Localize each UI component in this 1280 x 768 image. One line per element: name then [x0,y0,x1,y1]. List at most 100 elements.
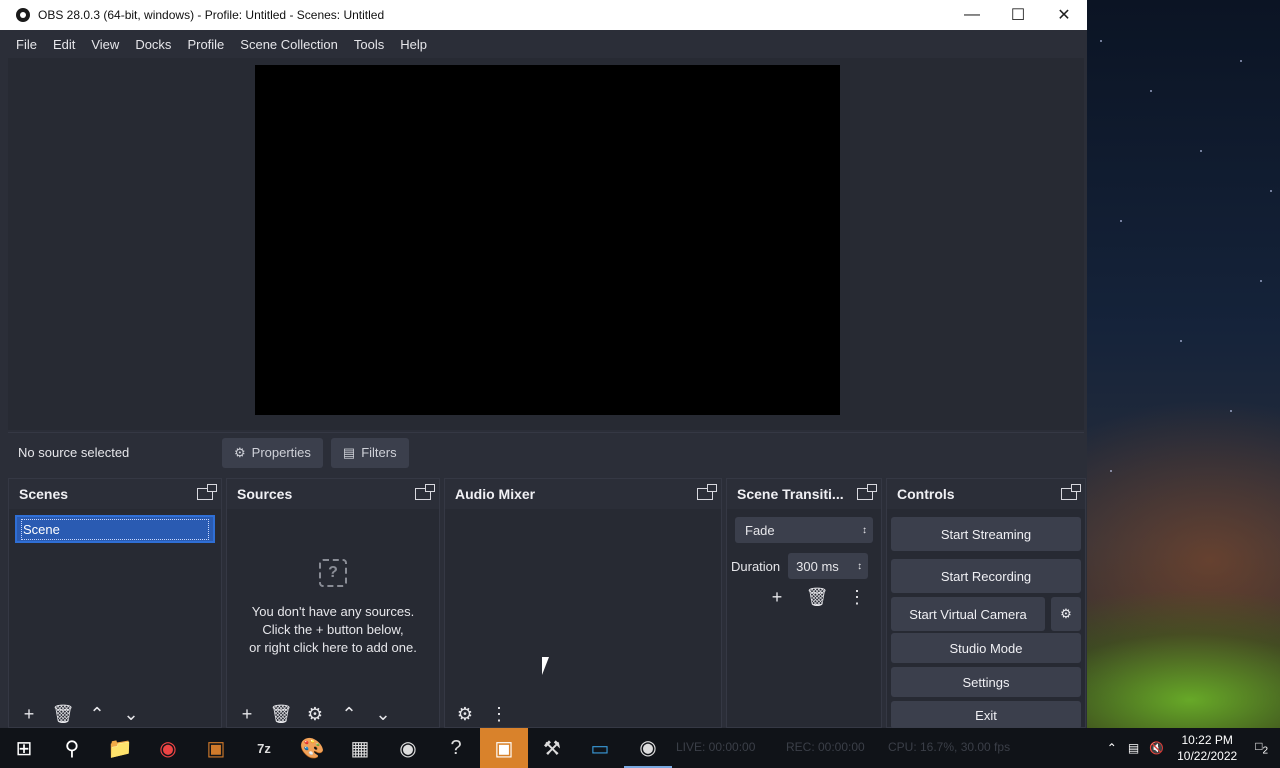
transition-options-button[interactable]: ⋮ [843,585,871,609]
windows-logo-icon[interactable]: ⊞ [0,728,48,768]
move-source-down-button[interactable]: ⌄ [369,702,397,726]
transition-select[interactable]: Fade ↕ [735,517,873,543]
preview-canvas[interactable] [255,65,840,415]
clock-time: 10:22 PM [1181,733,1233,747]
empty-sources-line1: You don't have any sources. [251,604,415,619]
close-button[interactable]: ✕ [1041,0,1087,30]
search-icon[interactable]: ⚲ [48,728,96,768]
menu-edit[interactable]: Edit [45,37,83,52]
app-icon[interactable]: ▣ [192,728,240,768]
move-scene-down-button[interactable]: ⌄ [117,702,145,726]
add-source-button[interactable]: + [233,702,261,726]
advanced-audio-settings-button[interactable]: ⚙ [451,702,479,726]
menu-help[interactable]: Help [392,37,435,52]
maximize-button[interactable]: ☐ [995,0,1041,30]
chevron-up-icon[interactable]: ⌃ [1101,741,1123,755]
volume-muted-icon[interactable]: 🔇 [1144,741,1169,755]
gear-icon: ⚙ [1060,606,1072,621]
remove-transition-button[interactable]: 🗑 [803,585,831,609]
sources-title: Sources [237,486,293,502]
scenes-title: Scenes [19,486,69,502]
audio-mixer-toolbar: ⚙ ⋮ [445,701,721,727]
preview-area[interactable] [8,58,1084,430]
monitor-app-icon[interactable]: ▣ [480,728,528,768]
audio-mixer-title: Audio Mixer [455,486,536,502]
duration-value: 300 ms [796,558,839,574]
7zip-icon[interactable]: 7z [240,728,288,768]
remove-source-button[interactable]: 🗑 [267,702,295,726]
start-streaming-button[interactable]: Start Streaming [891,517,1081,551]
source-context-bar: No source selected ⚙ Properties ▤ Filter… [8,432,1084,472]
audio-mixer-dock-header: Audio Mixer [445,479,721,509]
controls-dock: Controls Start Streaming Start Recording… [886,478,1086,728]
window-title: OBS 28.0.3 (64-bit, windows) - Profile: … [38,8,385,22]
minimize-button[interactable]: — [949,0,995,30]
image-viewer-icon[interactable]: ▦ [336,728,384,768]
notification-icon[interactable]: □2 [1245,739,1280,756]
duration-label: Duration [731,558,781,574]
camera-icon[interactable]: ◉ [384,728,432,768]
scene-list-item[interactable]: Scene [15,515,215,543]
no-source-label: No source selected [18,445,130,460]
exit-button[interactable]: Exit [891,701,1081,728]
gear-icon: ⚙ [234,444,246,460]
undock-icon[interactable] [197,484,217,500]
paint-icon[interactable]: 🎨 [288,728,336,768]
virtual-camera-settings-button[interactable]: ⚙ [1051,597,1081,631]
undock-icon[interactable] [697,484,717,500]
undock-icon[interactable] [857,484,877,500]
filters-button[interactable]: ▤ Filters [330,437,409,468]
obs-app-icon [16,8,30,22]
help-icon[interactable]: ? [432,728,480,768]
duration-spinbox[interactable]: 300 ms ↕ [788,553,869,579]
obs-icon[interactable]: ◉ [624,728,672,768]
move-source-up-button[interactable]: ⌃ [335,702,363,726]
spin-arrows-icon: ↕ [857,560,863,572]
live-status: LIVE: 00:00:00 [676,740,756,754]
notification-count: 2 [1262,745,1268,757]
remove-scene-button[interactable]: 🗑 [49,702,77,726]
filters-label: Filters [361,445,397,460]
more-options-icon[interactable]: ⋮ [485,702,513,726]
clock-date: 10/22/2022 [1177,749,1238,763]
properties-label: Properties [251,445,311,460]
menu-tools[interactable]: Tools [346,37,392,52]
folder-icon[interactable]: 📁 [96,728,144,768]
duration-row: Duration 300 ms ↕ [731,553,869,579]
scene-transitions-dock: Scene Transiti... Fade ↕ Duration 300 ms… [726,478,882,728]
sources-dock[interactable]: Sources ? You don't have any sources. Cl… [226,478,440,728]
chevron-updown-icon: ↕ [862,524,867,536]
undock-icon[interactable] [415,484,435,500]
window-titlebar[interactable]: OBS 28.0.3 (64-bit, windows) - Profile: … [0,0,1087,30]
add-scene-button[interactable]: + [15,702,43,726]
move-scene-up-button[interactable]: ⌃ [83,702,111,726]
menu-view[interactable]: View [83,37,127,52]
menu-scene-collection[interactable]: Scene Collection [232,37,346,52]
desktop-icon[interactable]: ▭ [576,728,624,768]
controls-dock-header: Controls [887,479,1085,509]
add-transition-button[interactable]: + [763,585,791,609]
studio-mode-button[interactable]: Studio Mode [891,633,1081,663]
scenes-toolbar: + 🗑 ⌃ ⌄ [9,701,221,727]
windows-taskbar: ⊞ ⚲ 📁 ◉ ▣ 7z 🎨 ▦ ◉ ? ▣ ⚒ ▭ ◉ LIVE: 00:00… [0,728,1280,768]
transition-toolbar: + 🗑 ⋮ [763,585,871,609]
settings-button[interactable]: Settings [891,667,1081,697]
filter-icon: ▤ [342,444,356,460]
source-properties-button[interactable]: ⚙ [301,702,329,726]
empty-sources-message: ? You don't have any sources. Click the … [227,559,439,657]
scenes-dock: Scenes Scene + 🗑 ⌃ ⌄ [8,478,222,728]
clock[interactable]: 10:22 PM 10/22/2022 [1169,732,1245,764]
start-virtual-camera-button[interactable]: Start Virtual Camera [891,597,1045,631]
network-icon[interactable]: ▤ [1123,741,1144,755]
chrome-icon[interactable]: ◉ [144,728,192,768]
controls-title: Controls [897,486,955,502]
start-recording-button[interactable]: Start Recording [891,559,1081,593]
menu-profile[interactable]: Profile [179,37,232,52]
undock-icon[interactable] [1061,484,1081,500]
rec-status: REC: 00:00:00 [786,740,865,754]
tools-icon[interactable]: ⚒ [528,728,576,768]
menu-file[interactable]: File [8,37,45,52]
properties-button[interactable]: ⚙ Properties [222,437,323,468]
scene-transitions-dock-header: Scene Transiti... [727,479,881,509]
menu-docks[interactable]: Docks [127,37,179,52]
